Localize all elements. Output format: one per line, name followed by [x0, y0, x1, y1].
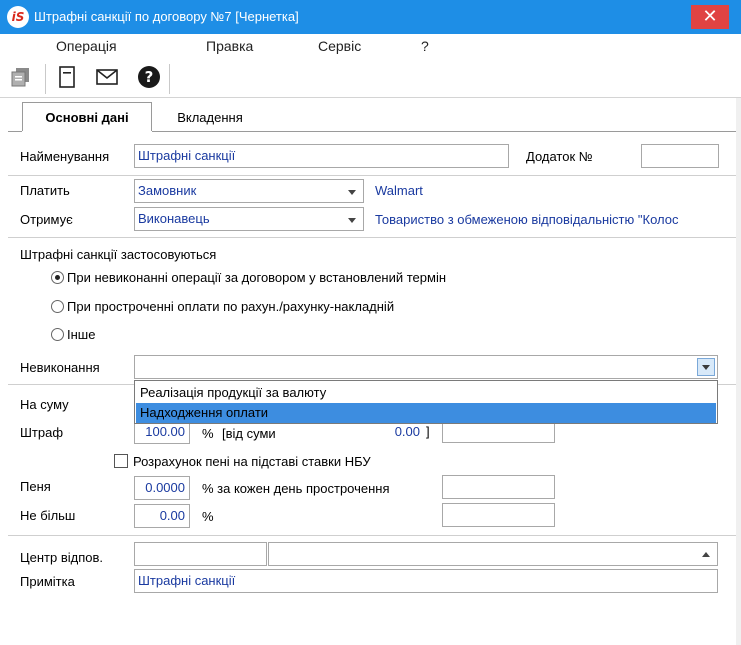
addendum-input[interactable] — [641, 144, 719, 168]
tab-main-data[interactable]: Основні дані — [22, 102, 152, 132]
max-extra-input[interactable] — [442, 503, 555, 527]
center-code-input[interactable] — [134, 542, 267, 566]
chevron-down-icon — [348, 190, 356, 195]
addendum-label: Додаток № — [526, 149, 593, 164]
fine-of-sum-label: [від суми — [222, 426, 276, 441]
name-label: Найменування — [20, 149, 110, 164]
menu-service[interactable]: Сервіс — [318, 38, 361, 54]
tab-attachments[interactable]: Вкладення — [160, 102, 260, 132]
close-button[interactable]: ✕ — [691, 5, 729, 29]
failure-dropdown-list: Реалізація продукції за валюту Надходжен… — [134, 380, 718, 424]
note-input[interactable]: Штрафні санкції — [134, 569, 718, 593]
name-input[interactable]: Штрафні санкції — [134, 144, 509, 168]
window-edge — [736, 98, 741, 645]
penalty-extra-input[interactable] — [442, 475, 555, 499]
fine-percent-sign: % — [202, 426, 214, 441]
note-label: Примітка — [20, 574, 75, 589]
fine-label: Штраф — [20, 425, 64, 440]
section-divider — [8, 237, 736, 238]
chevron-down-icon — [348, 218, 356, 223]
max-percent-sign: % — [202, 509, 214, 524]
penalty-label: Пеня — [20, 479, 51, 494]
radio-other[interactable] — [51, 328, 64, 341]
receiver-party: Товариство з обмеженою відповідальністю … — [375, 212, 679, 227]
dropdown-option-selected[interactable]: Надходження оплати — [136, 403, 716, 423]
receiver-label: Отримує — [20, 212, 73, 227]
center-label: Центр відпов. — [20, 550, 103, 565]
payer-select[interactable]: Замовник — [134, 179, 364, 203]
help-icon[interactable]: ? — [136, 64, 162, 90]
nbu-checkbox[interactable] — [114, 454, 128, 468]
toolbar-separator — [45, 64, 46, 94]
receiver-select[interactable]: Виконавець — [134, 207, 364, 231]
penalty-input[interactable]: 0.0000 — [134, 476, 190, 500]
payer-select-value: Замовник — [138, 183, 197, 198]
max-label: Не більш — [20, 508, 76, 523]
section-divider — [8, 535, 736, 536]
penalty-suffix: % за кожен день прострочення — [202, 481, 390, 496]
app-logo-icon: iS — [7, 6, 29, 28]
chevron-down-icon — [702, 365, 710, 370]
radio-payment-overdue-label: При простроченні оплати по рахун./рахунк… — [67, 299, 395, 314]
radio-other-label: Інше — [67, 327, 96, 342]
radio-failure-term[interactable] — [51, 271, 64, 284]
copy-document-icon[interactable] — [8, 64, 34, 90]
applied-heading: Штрафні санкції застосовуються — [20, 247, 217, 262]
toolbar-separator — [169, 64, 170, 94]
dropdown-option[interactable]: Реалізація продукції за валюту — [136, 383, 716, 403]
amount-label: На суму — [20, 397, 69, 412]
menu-edit[interactable]: Правка — [206, 38, 253, 54]
fine-bracket: ] — [426, 424, 430, 439]
menu-operation[interactable]: Операція — [56, 38, 117, 54]
center-name-input[interactable] — [268, 542, 718, 566]
fine-base-value: 0.00 — [394, 424, 420, 439]
failure-select[interactable] — [134, 355, 718, 379]
menu-help[interactable]: ? — [421, 38, 429, 54]
dropdown-toggle-button[interactable] — [697, 358, 715, 376]
section-divider — [8, 175, 736, 176]
payer-label: Платить — [20, 183, 70, 198]
window-title: Штрафні санкції по договору №7 [Чернетка… — [34, 9, 299, 24]
receiver-select-value: Виконавець — [138, 211, 210, 226]
chevron-up-icon — [702, 552, 710, 557]
envelope-icon[interactable] — [94, 64, 120, 90]
radio-failure-term-label: При невиконанні операції за договором у … — [67, 270, 447, 285]
document-icon[interactable] — [54, 64, 80, 90]
nbu-checkbox-label: Розрахунок пені на підставі ставки НБУ — [133, 454, 371, 469]
svg-text:?: ? — [145, 68, 154, 86]
failure-label: Невиконання — [20, 360, 100, 375]
max-input[interactable]: 0.00 — [134, 504, 190, 528]
radio-payment-overdue[interactable] — [51, 300, 64, 313]
payer-party: Walmart — [375, 183, 423, 198]
